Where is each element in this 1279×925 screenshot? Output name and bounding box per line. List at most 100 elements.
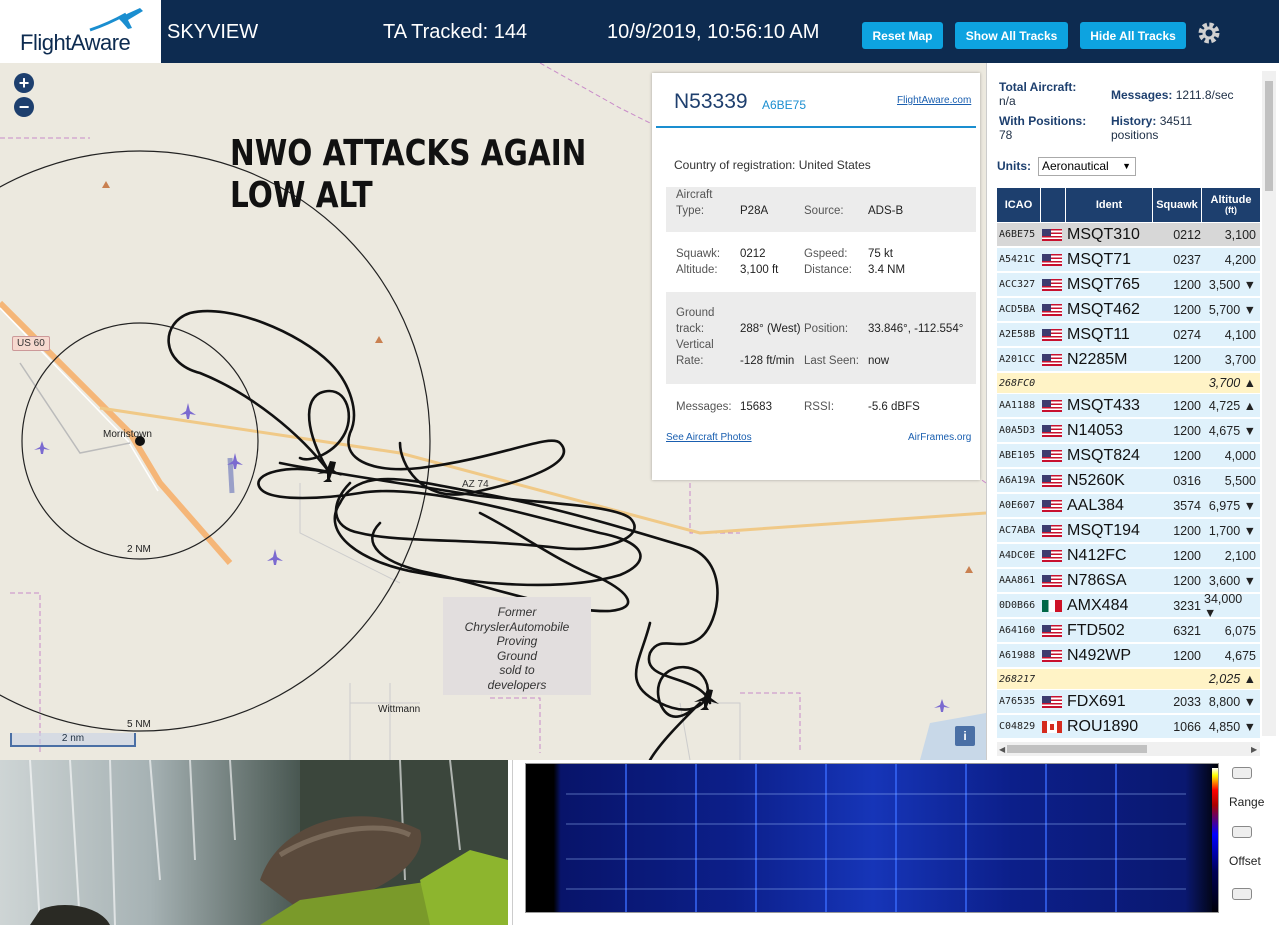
track-block: Ground track: 288° (West) Position: 33.8… [666,292,976,384]
table-row[interactable]: A2E58B MSQT11 0274 4,100 [997,323,1260,347]
cell-ident: FDX691 [1067,692,1126,710]
cell-ident: N2285M [1067,350,1128,368]
table-row[interactable]: A61988 N492WP 1200 4,675 [997,644,1260,668]
cell-ident: MSQT194 [1067,521,1140,539]
cell-altitude: 8,800 ▼ [1208,694,1256,709]
scroll-right-icon[interactable]: ▶ [1251,745,1257,754]
cell-icao: AC7ABA [999,525,1036,536]
table-row[interactable]: 0D0B66 AMX484 3231 34,000 ▼ [997,592,1260,620]
messages-block: Messages: 15683 RSSI: -5.6 dBFS [666,397,976,417]
scrollbar-thumb[interactable] [1265,81,1273,191]
table-row[interactable]: AC7ABA MSQT194 1200 1,700 ▼ [997,519,1260,543]
cell-altitude: 2,025 ▲ [1208,672,1256,686]
waterfall-photo [0,760,508,925]
country-value: United States [798,158,871,172]
cell-squawk [1157,373,1201,393]
messages-rate-label: Messages: [1111,88,1173,102]
scroll-left-icon[interactable]: ◀ [999,745,1005,754]
table-row[interactable]: AAA861 N786SA 1200 3,600 ▼ [997,569,1260,593]
table-row[interactable]: A6A19A N5260K 0316 5,500 [997,469,1260,493]
column-squawk[interactable]: Squawk [1153,188,1201,222]
cell-squawk: 1200 [1173,573,1201,588]
gear-icon[interactable] [1196,20,1222,46]
column-ident[interactable]: Ident [1066,188,1152,222]
table-row[interactable]: A64160 FTD502 6321 6,075 [997,619,1260,643]
table-row[interactable]: 268FC0 3,700 ▲ [997,373,1260,394]
range-slider-handle[interactable] [1232,767,1252,779]
table-row[interactable]: A201CC N2285M 1200 3,700 [997,348,1260,372]
flightaware-logo[interactable]: FlightAware [0,0,163,63]
show-all-tracks-button[interactable]: Show All Tracks [955,22,1068,49]
selected-aircraft-panel: N53339 A6BE75 FlightAware.com Country of… [652,73,980,480]
flightaware-link[interactable]: FlightAware.com [897,95,971,106]
zoom-out-button[interactable]: − [14,97,34,117]
cell-ident: MSQT765 [1067,275,1140,293]
column-icao[interactable]: ICAO [997,188,1040,222]
table-row[interactable]: A6BE75 MSQT310 0212 3,100 [997,223,1260,247]
column-altitude[interactable]: Altitude (ft) [1202,188,1260,222]
cell-ident: N412FC [1067,546,1127,564]
table-row[interactable]: ABE105 MSQT824 1200 4,000 [997,444,1260,468]
cell-altitude: 3,700 ▲ [1208,376,1256,390]
horizontal-scrollbar[interactable]: ◀ ▶ [997,742,1260,756]
table-row[interactable]: C04829 ROU1890 1066 4,850 ▼ [997,715,1260,739]
scrollbar-thumb[interactable] [1007,745,1147,753]
divider [656,126,976,128]
cell-squawk: 0316 [1173,473,1201,488]
table-row[interactable]: 268217 2,025 ▲ [997,669,1260,690]
offset-slider-handle[interactable] [1232,826,1252,838]
hide-all-tracks-button[interactable]: Hide All Tracks [1080,22,1186,49]
waterfall-image [0,760,508,925]
waterfall-spectrum[interactable] [525,763,1219,913]
landmark-line: Ground [496,648,538,663]
table-row[interactable]: A76535 FDX691 2033 8,800 ▼ [997,690,1260,714]
table-row[interactable]: ACD5BA MSQT462 1200 5,700 ▼ [997,298,1260,322]
cell-altitude: 4,000 [1224,448,1256,463]
slider-handle[interactable] [1232,888,1252,900]
table-row[interactable]: A4DC0E N412FC 1200 2,100 [997,544,1260,568]
cell-altitude: 3,600 ▼ [1208,573,1256,588]
cell-altitude: 1,700 ▼ [1208,523,1256,538]
reset-map-button[interactable]: Reset Map [862,22,943,49]
annotation-text: NWO ATTACKS AGAIN LOW ALT [230,133,586,217]
zoom-in-button[interactable]: + [14,73,34,93]
cell-ident: AMX484 [1067,596,1129,614]
range-ring-label-2nm: 2 NM [127,544,151,555]
cell-ident: N786SA [1067,571,1127,589]
landmark-label: Former ChryslerAutomobile Proving Ground… [443,597,591,695]
flag-icon [1042,373,1064,393]
see-aircraft-photos-link[interactable]: See Aircraft Photos [666,432,752,443]
cell-altitude: 6,975 ▼ [1208,498,1256,513]
table-row[interactable]: AA1188 MSQT433 1200 4,725 ▲ [997,394,1260,418]
cell-squawk: 3231 [1173,598,1201,613]
aircraft-table: ICAO Ident Squawk Altitude (ft) A6BE75 MS… [997,188,1260,740]
units-select[interactable]: Aeronautical ▼ [1038,157,1136,176]
vertical-scrollbar[interactable] [1262,71,1276,736]
table-row[interactable]: A0E607 AAL384 3574 6,975 ▼ [997,494,1260,518]
selected-hex: A6BE75 [762,98,807,112]
flag-icon [1042,323,1064,346]
table-row[interactable]: A5421C MSQT71 0237 4,200 [997,248,1260,272]
column-altitude-label: Altitude [1210,194,1252,206]
cell-squawk: 1200 [1173,352,1201,367]
units-value: Aeronautical [1042,159,1109,173]
column-flag[interactable] [1041,188,1065,222]
airframes-link[interactable]: AirFrames.org [908,432,971,443]
with-positions-label: With Positions: [999,114,1087,128]
cell-ident: N5260K [1067,471,1125,489]
cell-altitude: 2,100 [1224,548,1256,563]
history-unit: positions [1111,128,1159,142]
cell-ident: N14053 [1067,421,1124,439]
flag-icon [1042,669,1064,689]
landmark-line: Former [497,605,537,619]
cell-squawk: 1200 [1173,523,1201,538]
messages-stat: Messages: 1211.8/sec [1111,88,1234,102]
table-row[interactable]: ACC327 MSQT765 1200 3,500 ▼ [997,273,1260,297]
scale-bar: 2 nm [10,733,136,747]
table-header: ICAO Ident Squawk Altitude (ft) [997,188,1260,222]
ground-track-label: Ground [676,307,715,319]
aircraft-type-label: Type: [676,205,705,217]
table-row[interactable]: A0A5D3 N14053 1200 4,675 ▼ [997,419,1260,443]
info-icon[interactable]: i [955,726,975,746]
cell-icao: C04829 [999,721,1036,732]
